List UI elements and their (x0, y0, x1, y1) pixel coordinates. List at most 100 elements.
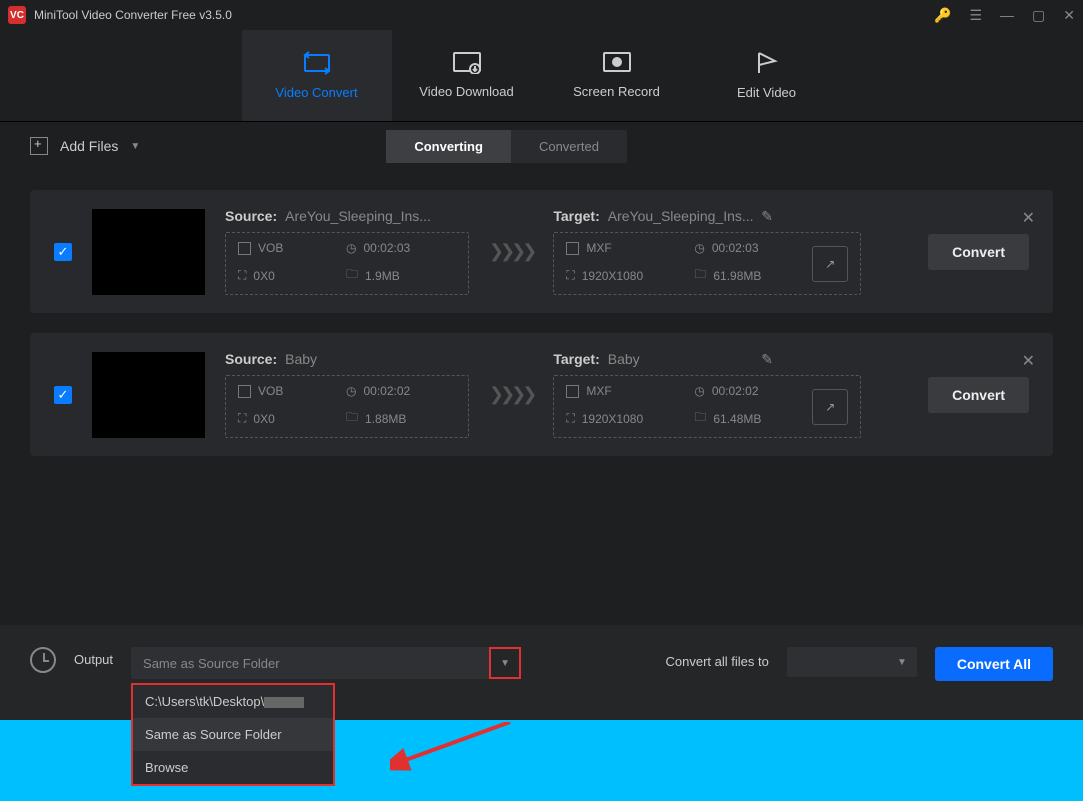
folder-icon: 🗀 (346, 408, 358, 429)
segment-converted[interactable]: Converted (511, 130, 627, 163)
tab-video-download[interactable]: Video Download (392, 30, 542, 121)
tgt-resolution: ⛶1920X1080 (566, 408, 686, 429)
dropdown-item-path[interactable]: C:\Users\tk\Desktop\ (133, 685, 333, 718)
footer-bar: Output Same as Source Folder ▼ C:\Users\… (0, 625, 1083, 720)
tgt-size: 🗀61.48MB (694, 408, 804, 429)
tab-label: Video Convert (275, 85, 357, 100)
main-nav: Video Convert Video Download Screen Reco… (0, 30, 1083, 122)
close-icon[interactable]: ✕ (1063, 7, 1075, 24)
convert-all-label: Convert all files to (666, 654, 769, 669)
source-info: Source:AreYou_Sleeping_Ins... VOB ◷00:02… (225, 208, 469, 295)
tgt-size: 🗀61.98MB (694, 265, 804, 286)
output-value: Same as Source Folder (143, 656, 280, 671)
conversion-item: ✓ Source:Baby VOB ◷00:02:02 ⛶0X0 🗀1.88MB… (30, 333, 1053, 456)
src-format: VOB (238, 241, 338, 255)
target-settings-button[interactable]: ↗ (812, 389, 848, 425)
schedule-icon[interactable] (30, 647, 56, 673)
src-size: 🗀1.9MB (346, 265, 456, 286)
tab-label: Screen Record (573, 84, 660, 99)
film-icon (238, 385, 251, 398)
key-icon[interactable]: 🔑 (934, 7, 951, 24)
maximize-icon[interactable]: ▢ (1032, 7, 1045, 24)
output-dropdown[interactable]: Same as Source Folder (131, 647, 491, 679)
folder-icon: 🗀 (694, 408, 706, 429)
tgt-duration: ◷00:02:02 (694, 384, 804, 398)
output-label: Output (74, 652, 113, 667)
source-header: Source:AreYou_Sleeping_Ins... (225, 208, 469, 224)
titlebar: VC MiniTool Video Converter Free v3.5.0 … (0, 0, 1083, 30)
convert-button[interactable]: Convert (928, 377, 1029, 413)
source-info: Source:Baby VOB ◷00:02:02 ⛶0X0 🗀1.88MB (225, 351, 469, 438)
annotation-arrow (390, 722, 520, 782)
tgt-resolution: ⛶1920X1080 (566, 265, 686, 286)
edit-item-icon[interactable]: ✎ (761, 351, 773, 368)
item-checkbox[interactable]: ✓ (54, 386, 72, 404)
target-header: Target:Baby (553, 351, 861, 367)
tab-edit-video[interactable]: Edit Video (692, 30, 842, 121)
minimize-icon[interactable]: — (1000, 7, 1014, 23)
target-info: Target:AreYou_Sleeping_Ins... MXF ◷00:02… (553, 208, 861, 295)
app-title: MiniTool Video Converter Free v3.5.0 (34, 8, 232, 22)
dropdown-item-same[interactable]: Same as Source Folder (133, 718, 333, 751)
output-selector: Same as Source Folder ▼ C:\Users\tk\Desk… (131, 647, 521, 679)
chevron-down-icon[interactable]: ▼ (130, 141, 140, 152)
tgt-format: MXF (566, 241, 686, 255)
caret-down-icon: ▼ (897, 657, 907, 668)
menu-icon[interactable]: ☰ (969, 7, 982, 24)
tab-label: Video Download (419, 84, 513, 99)
expand-icon: ⛶ (566, 411, 574, 426)
tab-screen-record[interactable]: Screen Record (542, 30, 692, 121)
edit-item-icon[interactable]: ✎ (761, 208, 773, 225)
convert-icon (303, 51, 331, 75)
src-resolution: ⛶0X0 (238, 265, 338, 286)
convert-button[interactable]: Convert (928, 234, 1029, 270)
target-info: Target:Baby MXF ◷00:02:02 ↗ ⛶1920X1080 🗀… (553, 351, 861, 438)
conversion-item: ✓ Source:AreYou_Sleeping_Ins... VOB ◷00:… (30, 190, 1053, 313)
expand-icon: ⛶ (238, 411, 246, 426)
remove-item-icon[interactable]: ✕ (1022, 351, 1035, 371)
tgt-duration: ◷00:02:03 (694, 241, 804, 255)
src-size: 🗀1.88MB (346, 408, 456, 429)
dropdown-item-browse[interactable]: Browse (133, 751, 333, 784)
toolbar: Add Files ▼ Converting Converted (0, 122, 1083, 170)
video-thumbnail[interactable] (92, 352, 205, 438)
target-header: Target:AreYou_Sleeping_Ins... (553, 208, 861, 224)
item-checkbox[interactable]: ✓ (54, 243, 72, 261)
video-thumbnail[interactable] (92, 209, 205, 295)
src-format: VOB (238, 384, 338, 398)
add-files-button[interactable]: Add Files ▼ (30, 137, 140, 155)
add-files-label: Add Files (60, 138, 118, 154)
target-settings-button[interactable]: ↗ (812, 246, 848, 282)
caret-down-icon: ▼ (500, 658, 510, 669)
folder-icon: 🗀 (694, 265, 706, 286)
output-dropdown-menu: C:\Users\tk\Desktop\ Same as Source Fold… (131, 683, 335, 786)
record-icon (603, 52, 631, 74)
output-dropdown-caret[interactable]: ▼ (489, 647, 521, 679)
edit-icon (755, 51, 779, 75)
src-duration: ◷00:02:02 (346, 384, 456, 398)
window-controls: 🔑 ☰ — ▢ ✕ (934, 7, 1075, 24)
file-list: ✓ Source:AreYou_Sleeping_Ins... VOB ◷00:… (0, 170, 1083, 625)
expand-icon: ⛶ (566, 268, 574, 283)
status-segment: Converting Converted (386, 130, 627, 163)
clock-icon: ◷ (346, 384, 356, 398)
convert-all-button[interactable]: Convert All (935, 647, 1053, 681)
add-files-icon (30, 137, 48, 155)
remove-item-icon[interactable]: ✕ (1022, 208, 1035, 228)
clock-icon: ◷ (346, 241, 356, 255)
redacted-text (264, 697, 304, 708)
download-icon (453, 52, 481, 74)
segment-converting[interactable]: Converting (386, 130, 511, 163)
expand-icon: ⛶ (238, 268, 246, 283)
film-icon (238, 242, 251, 255)
folder-icon: 🗀 (346, 265, 358, 286)
tab-video-convert[interactable]: Video Convert (242, 30, 392, 121)
app-logo: VC (8, 6, 26, 24)
tab-label: Edit Video (737, 85, 796, 100)
format-selector[interactable]: ▼ (787, 647, 917, 677)
clock-icon: ◷ (694, 241, 704, 255)
film-icon (566, 242, 579, 255)
src-resolution: ⛶0X0 (238, 408, 338, 429)
src-duration: ◷00:02:03 (346, 241, 456, 255)
source-header: Source:Baby (225, 351, 469, 367)
